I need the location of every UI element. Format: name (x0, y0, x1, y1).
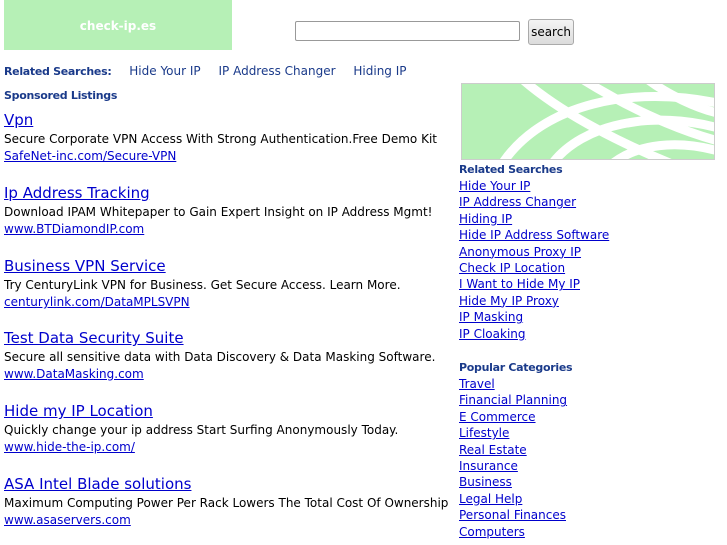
sidebar-related-link[interactable]: Anonymous Proxy IP (459, 245, 581, 259)
sidebar-related-link[interactable]: IP Address Changer (459, 195, 576, 209)
listing-url[interactable]: SafeNet-inc.com/Secure-VPN (4, 148, 454, 164)
list-item: Hide IP Address Software (459, 227, 609, 243)
category-link[interactable]: E Commerce (459, 410, 536, 424)
listing-description: Maximum Computing Power Per Rack Lowers … (4, 496, 449, 510)
sidebar-categories-list: Travel Financial Planning E Commerce Lif… (459, 376, 567, 540)
sidebar-related-link[interactable]: Hide Your IP (459, 179, 530, 193)
listing-description: Try CenturyLink VPN for Business. Get Se… (4, 278, 401, 292)
listing-url[interactable]: centurylink.com/DataMPLSVPN (4, 294, 454, 310)
site-logo[interactable]: check-ip.es (4, 0, 232, 50)
sponsored-listing: ASA Intel Blade solutions Maximum Comput… (4, 475, 454, 528)
list-item: Hide Your IP (459, 178, 609, 194)
banner-pattern-graphic (462, 84, 714, 159)
list-item: Anonymous Proxy IP (459, 244, 609, 260)
list-item: Check IP Location (459, 260, 609, 276)
category-link[interactable]: Real Estate (459, 443, 527, 457)
list-item: I Want to Hide My IP (459, 276, 609, 292)
sponsored-listing: Vpn Secure Corporate VPN Access With Str… (4, 111, 454, 164)
listing-url[interactable]: www.asaservers.com (4, 512, 454, 528)
related-link[interactable]: IP Address Changer (218, 64, 335, 78)
list-item: Financial Planning (459, 392, 567, 408)
listing-url[interactable]: www.hide-the-ip.com/ (4, 439, 454, 455)
sponsored-listing: Ip Address Tracking Download IPAM Whitep… (4, 184, 454, 237)
category-link[interactable]: Insurance (459, 459, 518, 473)
related-searches-label: Related Searches: (4, 65, 112, 78)
related-link[interactable]: Hiding IP (353, 64, 406, 78)
listing-title[interactable]: ASA Intel Blade solutions (4, 475, 454, 493)
list-item: Personal Finances (459, 507, 567, 523)
category-link[interactable]: Personal Finances (459, 508, 566, 522)
sponsored-listing: Test Data Security Suite Secure all sens… (4, 329, 454, 382)
listing-title[interactable]: Test Data Security Suite (4, 329, 454, 347)
search-button[interactable]: search (528, 19, 574, 45)
listing-description: Download IPAM Whitepaper to Gain Expert … (4, 205, 433, 219)
sponsored-listing: Business VPN Service Try CenturyLink VPN… (4, 257, 454, 310)
list-item: Business (459, 474, 567, 490)
search-input[interactable] (295, 21, 520, 41)
sidebar-related-link[interactable]: I Want to Hide My IP (459, 277, 580, 291)
listing-description: Secure all sensitive data with Data Disc… (4, 350, 436, 364)
category-link[interactable]: Business (459, 475, 512, 489)
list-item: Hiding IP (459, 211, 609, 227)
list-item: Insurance (459, 458, 567, 474)
list-item: IP Cloaking (459, 326, 609, 342)
sponsored-listings-heading: Sponsored Listings (4, 89, 118, 102)
listing-title[interactable]: Vpn (4, 111, 454, 129)
listing-title[interactable]: Ip Address Tracking (4, 184, 454, 202)
sponsored-listing: Hide my IP Location Quickly change your … (4, 402, 454, 455)
category-link[interactable]: Financial Planning (459, 393, 567, 407)
related-searches-bar: Related Searches: Hide Your IP IP Addres… (4, 64, 407, 78)
list-item: Travel (459, 376, 567, 392)
list-item: Real Estate (459, 442, 567, 458)
list-item: IP Address Changer (459, 194, 609, 210)
listing-url[interactable]: www.DataMasking.com (4, 366, 454, 382)
site-logo-text: check-ip.es (79, 19, 157, 33)
related-link[interactable]: Hide Your IP (129, 64, 200, 78)
sidebar-related-link[interactable]: Hide IP Address Software (459, 228, 609, 242)
sidebar-related-link[interactable]: IP Cloaking (459, 327, 526, 341)
listing-title[interactable]: Business VPN Service (4, 257, 454, 275)
list-item: Legal Help (459, 491, 567, 507)
sidebar-related-link[interactable]: Hiding IP (459, 212, 512, 226)
sidebar-related-link[interactable]: Hide My IP Proxy (459, 294, 559, 308)
category-link[interactable]: Legal Help (459, 492, 522, 506)
listing-description: Quickly change your ip address Start Sur… (4, 423, 399, 437)
listing-description: Secure Corporate VPN Access With Strong … (4, 132, 437, 146)
list-item: IP Masking (459, 309, 609, 325)
listing-title[interactable]: Hide my IP Location (4, 402, 454, 420)
category-link[interactable]: Travel (459, 377, 495, 391)
category-link[interactable]: Lifestyle (459, 426, 509, 440)
category-link[interactable]: Computers (459, 525, 525, 539)
list-item: Lifestyle (459, 425, 567, 441)
sidebar-related-link[interactable]: Check IP Location (459, 261, 565, 275)
listing-url[interactable]: www.BTDiamondIP.com (4, 221, 454, 237)
list-item: E Commerce (459, 409, 567, 425)
list-item: Computers (459, 524, 567, 540)
sidebar-related-list: Hide Your IP IP Address Changer Hiding I… (459, 178, 609, 342)
sidebar-related-link[interactable]: IP Masking (459, 310, 523, 324)
list-item: Hide My IP Proxy (459, 293, 609, 309)
sidebar-related-heading: Related Searches (459, 163, 563, 176)
sidebar-categories-heading: Popular Categories (459, 361, 573, 374)
sidebar-banner-image[interactable] (461, 83, 715, 160)
